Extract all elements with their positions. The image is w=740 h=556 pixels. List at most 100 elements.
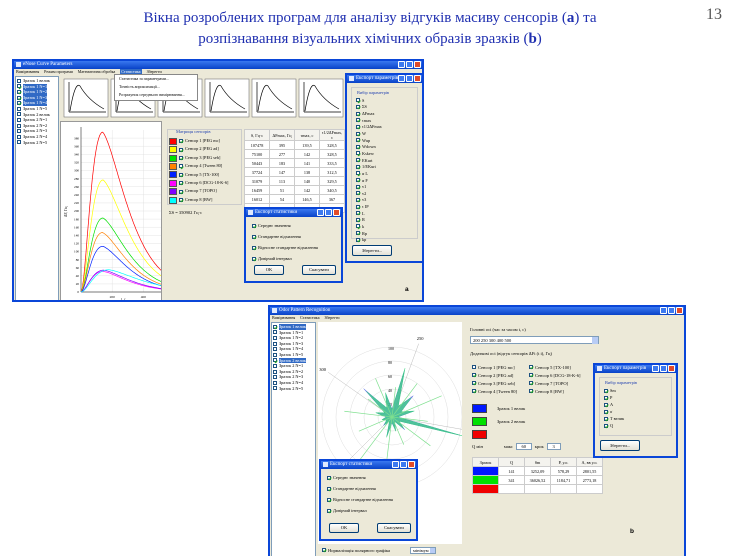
parameter-option[interactable]: v2 xyxy=(352,190,417,197)
normalize-checkbox[interactable] xyxy=(322,548,326,552)
ok-button[interactable]: OK xyxy=(254,265,284,275)
parameter-checkbox[interactable] xyxy=(604,409,608,414)
sensor-checkbox[interactable] xyxy=(179,156,183,161)
main-axes-select[interactable]: 200 250 300 400 500 xyxy=(470,336,599,344)
parameter-option[interactable]: σ xyxy=(600,408,671,415)
parameter-checkbox[interactable] xyxy=(604,416,608,421)
parameter-option[interactable]: k xyxy=(352,223,417,230)
sample-checkbox[interactable] xyxy=(17,101,21,106)
parameter-option[interactable]: P xyxy=(600,394,671,401)
parameter-checkbox[interactable] xyxy=(356,191,360,196)
minimize-button[interactable] xyxy=(398,75,405,82)
parameter-option[interactable]: α F xyxy=(352,177,417,184)
dropdown-item[interactable]: Розрахунок середнього вимірювання... xyxy=(119,91,197,99)
option-checkbox[interactable] xyxy=(252,245,256,250)
sample-checkbox[interactable] xyxy=(17,89,21,94)
statistic-option[interactable]: Середнє значення xyxy=(252,223,291,228)
sample-checkbox[interactable] xyxy=(17,95,21,100)
sample-checkbox[interactable] xyxy=(273,380,277,385)
parameter-checkbox[interactable] xyxy=(356,138,360,143)
close-button[interactable] xyxy=(414,75,421,82)
parameter-checkbox[interactable] xyxy=(604,423,608,428)
sample-checkbox[interactable] xyxy=(17,117,21,122)
sensor-checkbox[interactable] xyxy=(179,181,183,186)
curve-thumbnails[interactable] xyxy=(63,78,346,118)
option-checkbox[interactable] xyxy=(327,497,331,502)
maximize-button[interactable] xyxy=(668,307,675,314)
close-button[interactable] xyxy=(333,209,340,216)
save-button[interactable]: Зберегти... xyxy=(600,440,640,451)
sensor-checkbox[interactable] xyxy=(472,389,476,393)
parameter-checkbox[interactable] xyxy=(604,395,608,400)
sensor-checkbox[interactable] xyxy=(179,164,183,169)
cancel-button[interactable]: Скасувати xyxy=(302,265,336,275)
parameter-option[interactable]: W xyxy=(352,130,417,137)
parameter-checkbox[interactable] xyxy=(356,151,360,156)
sensor-checkbox[interactable] xyxy=(179,189,183,194)
minimize-button[interactable] xyxy=(398,61,405,68)
parameter-option[interactable]: ΣS xyxy=(352,104,417,111)
menu-item[interactable]: Режим програми xyxy=(44,69,73,75)
sample-checkbox[interactable] xyxy=(17,106,21,111)
sample-item[interactable]: Зразок 2 N=5 xyxy=(17,140,57,146)
sample-checkbox[interactable] xyxy=(17,123,21,128)
parameter-checkbox[interactable] xyxy=(356,131,360,136)
parameter-option[interactable]: EKurt xyxy=(352,157,417,164)
sensor-checkbox[interactable] xyxy=(472,373,476,377)
parameter-checkbox[interactable] xyxy=(356,144,360,149)
parameter-option[interactable]: R xyxy=(352,217,417,224)
sample-item[interactable]: Зразок 2 N=5 xyxy=(273,386,314,392)
menu-item[interactable]: Вимірювання xyxy=(16,69,39,75)
minimize-button[interactable] xyxy=(660,307,667,314)
sample-checkbox[interactable] xyxy=(273,335,277,340)
parameter-option[interactable]: 1/EKurt xyxy=(352,163,417,170)
sample-checkbox[interactable] xyxy=(273,352,277,357)
sample-list[interactable]: Зразок 1 велик Зразок 1 N=1 Зразок 1 N=2 Зр… xyxy=(271,322,316,556)
parameter-option[interactable]: τ1/2ΔFmax xyxy=(352,124,417,131)
option-checkbox[interactable] xyxy=(252,223,256,228)
dropdown-item[interactable]: Точність апроксимації... xyxy=(119,83,197,91)
parameter-checkbox[interactable] xyxy=(356,104,360,109)
parameter-checkbox[interactable] xyxy=(356,158,360,163)
parameter-option[interactable]: τmax xyxy=(352,117,417,124)
sensor-option[interactable]: Сенсор 2 [PEG ad] xyxy=(472,371,529,379)
parameter-checkbox[interactable] xyxy=(356,237,360,242)
sample-checkbox[interactable] xyxy=(273,386,277,391)
maximize-button[interactable] xyxy=(406,75,413,82)
sensor-checkbox[interactable] xyxy=(472,381,476,385)
parameter-checkbox[interactable] xyxy=(356,178,360,182)
statistic-option[interactable]: Довірчий інтервал xyxy=(327,508,367,513)
sample-checkbox[interactable] xyxy=(17,78,21,83)
parameter-checkbox[interactable] xyxy=(604,402,608,407)
parameter-option[interactable]: α L xyxy=(352,170,417,177)
parameter-checkbox[interactable] xyxy=(356,124,360,129)
option-checkbox[interactable] xyxy=(327,508,331,513)
menu-item[interactable]: Вимірювання xyxy=(272,315,295,321)
option-checkbox[interactable] xyxy=(327,486,331,491)
option-checkbox[interactable] xyxy=(252,256,256,261)
sensor-checkbox[interactable] xyxy=(472,365,476,369)
sample-checkbox[interactable] xyxy=(17,84,21,89)
ok-button[interactable]: OK xyxy=(329,523,359,533)
sensor-option[interactable]: Сенсор 6 [DCG-18-K-6] xyxy=(529,371,597,379)
parameter-option[interactable]: A xyxy=(600,401,671,408)
maximize-button[interactable] xyxy=(660,365,667,372)
parameter-option[interactable]: T велик xyxy=(600,415,671,422)
parameter-checkbox[interactable] xyxy=(356,211,360,216)
curve-thumbnail[interactable] xyxy=(298,78,344,118)
sensor-checkbox[interactable] xyxy=(529,365,533,369)
curve-thumbnail[interactable] xyxy=(63,78,109,118)
parameter-checkbox[interactable] xyxy=(356,231,360,236)
curve-thumbnail[interactable] xyxy=(251,78,297,118)
parameter-checkbox[interactable] xyxy=(356,111,360,116)
parameter-option[interactable]: Q xyxy=(600,422,671,429)
sample-checkbox[interactable] xyxy=(17,140,21,145)
sensor-checkbox[interactable] xyxy=(179,147,183,152)
close-button[interactable] xyxy=(408,461,415,468)
sample-checkbox[interactable] xyxy=(273,358,277,363)
parameter-checkbox[interactable] xyxy=(356,184,360,189)
sample-checkbox[interactable] xyxy=(273,369,277,374)
parameter-checkbox[interactable] xyxy=(356,118,360,123)
statistic-option[interactable]: Відносне стандартне відхилення xyxy=(327,497,393,502)
dropdown-item[interactable]: Статистика за параметрами... xyxy=(119,75,197,83)
